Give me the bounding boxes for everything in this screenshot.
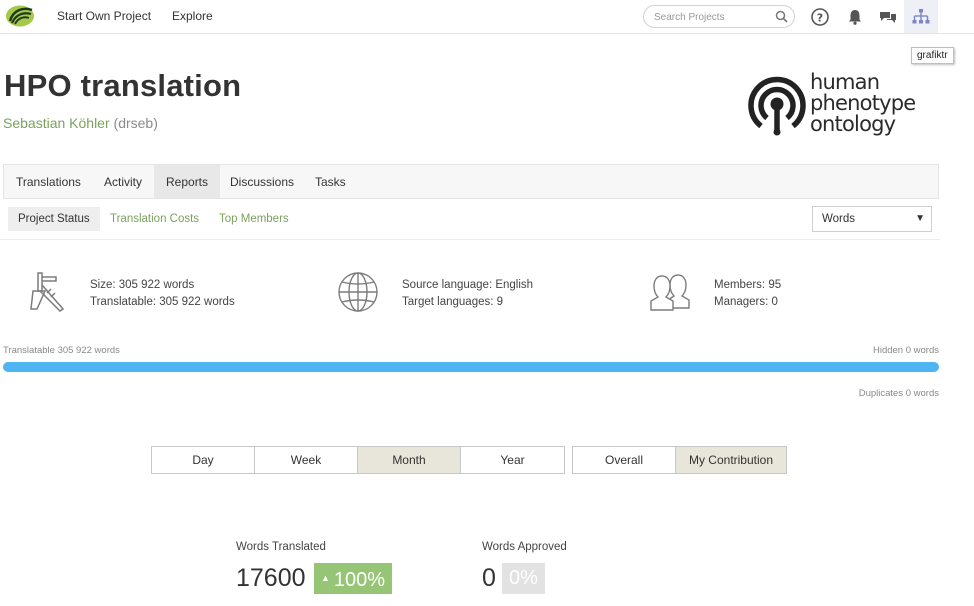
words-translated-value: 17600 — [236, 564, 306, 592]
help-icon[interactable]: ? — [810, 7, 830, 27]
globe-icon — [338, 272, 378, 312]
project-owner: Sebastian Köhler (drseb) — [3, 115, 158, 131]
start-own-project-link[interactable]: Start Own Project — [57, 9, 151, 23]
search-input[interactable] — [654, 10, 772, 24]
period-month-button[interactable]: Month — [358, 447, 461, 473]
subtab-project-status[interactable]: Project Status — [8, 207, 100, 231]
project-tabs: Translations Activity Reports Discussion… — [3, 164, 939, 199]
approved-change-badge: 0% — [502, 563, 545, 594]
trend-up-icon: ▲ — [321, 573, 330, 583]
crowdin-app-button[interactable] — [904, 0, 938, 33]
unit-select-value: Words — [822, 213, 856, 225]
translatable-progress-bar — [3, 362, 939, 372]
report-subtabs: Project Status Translation Costs Top Mem… — [0, 200, 940, 240]
search-box[interactable] — [643, 5, 795, 28]
scope-overall-button[interactable]: Overall — [573, 447, 676, 473]
messages-icon[interactable] — [878, 7, 898, 27]
unit-select[interactable]: Words ▼ — [812, 206, 932, 232]
period-selector: Day Week Month Year — [151, 446, 565, 474]
tab-reports[interactable]: Reports — [154, 165, 221, 198]
managers-value: Managers: 0 — [714, 296, 778, 308]
progress-fill — [3, 362, 939, 372]
tab-translations[interactable]: Translations — [4, 165, 93, 198]
explore-link[interactable]: Explore — [172, 9, 213, 23]
tab-discussions[interactable]: Discussions — [218, 165, 306, 198]
words-translated-label: Words Translated — [236, 541, 326, 553]
page-title: HPO translation — [4, 68, 242, 103]
hidden-label: Hidden 0 words — [872, 345, 939, 356]
owner-name-link[interactable]: Sebastian Köhler — [3, 115, 110, 131]
member-stats: Members: 95 Managers: 0 — [714, 277, 781, 311]
crowdin-logo-icon[interactable] — [5, 4, 35, 28]
language-stats: Source language: English Target language… — [402, 277, 533, 311]
members-value: Members: 95 — [714, 279, 782, 291]
hpo-logo-text: human phenotype ontology — [810, 70, 916, 136]
source-language-value: Source language: English — [402, 279, 534, 291]
owner-handle: (drseb) — [113, 115, 158, 131]
crowdin-hierarchy-icon — [912, 9, 930, 24]
translated-change-value: 100% — [333, 569, 386, 591]
project-logo: human phenotype ontology — [746, 72, 926, 140]
subtab-translation-costs[interactable]: Translation Costs — [100, 207, 209, 231]
period-day-button[interactable]: Day — [152, 447, 255, 473]
caliper-icon — [30, 272, 65, 312]
translated-change-badge: ▲ 100% — [314, 563, 393, 594]
duplicates-label: Duplicates 0 words — [858, 388, 939, 399]
top-navigation: Start Own Project Explore ? — [0, 0, 974, 34]
period-year-button[interactable]: Year — [461, 447, 564, 473]
size-value: Size: 305 922 words — [90, 279, 195, 291]
tooltip: grafiktr — [911, 47, 954, 64]
search-icon[interactable] — [775, 10, 788, 23]
period-week-button[interactable]: Week — [255, 447, 358, 473]
members-icon — [650, 274, 690, 311]
target-languages-value: Target languages: 9 — [402, 296, 504, 308]
tab-activity[interactable]: Activity — [92, 165, 154, 198]
svg-text:?: ? — [817, 12, 823, 25]
subtab-top-members[interactable]: Top Members — [209, 207, 299, 231]
dropdown-arrow-icon: ▼ — [915, 213, 925, 224]
words-approved-label: Words Approved — [482, 541, 567, 553]
words-approved-value: 0 — [482, 564, 496, 592]
scope-my-contribution-button[interactable]: My Contribution — [676, 447, 786, 473]
bell-icon[interactable] — [845, 7, 865, 27]
scope-selector: Overall My Contribution — [572, 446, 787, 474]
tab-tasks[interactable]: Tasks — [303, 165, 358, 198]
size-stats: Size: 305 922 words Translatable: 305 92… — [90, 277, 235, 311]
hpo-logo-icon — [748, 76, 806, 136]
translatable-label: Translatable 305 922 words — [3, 345, 120, 356]
translatable-value: Translatable: 305 922 words — [90, 296, 235, 308]
